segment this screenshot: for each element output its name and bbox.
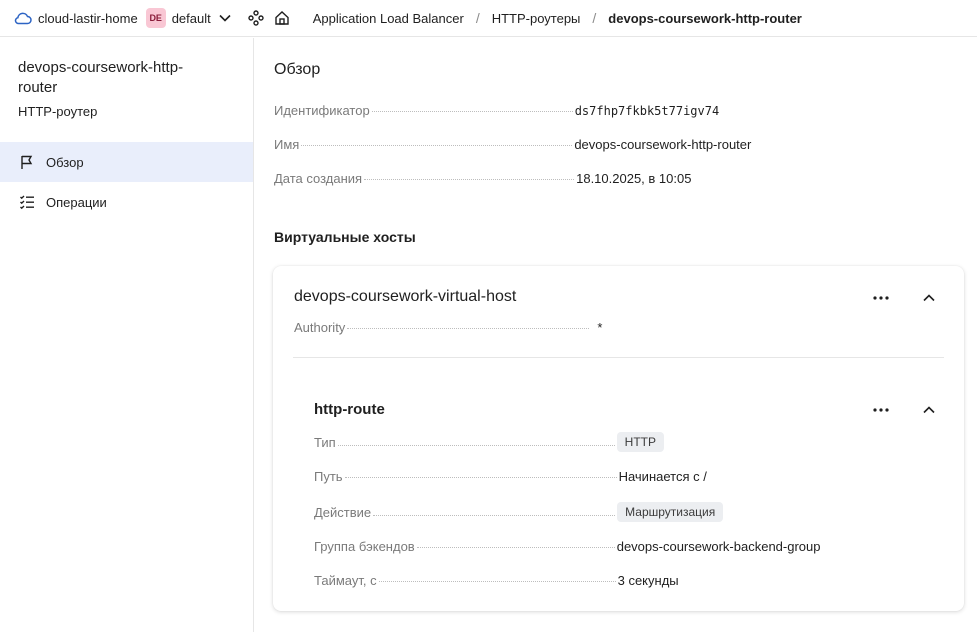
cloud-selector[interactable]: cloud-lastir-home bbox=[38, 11, 138, 26]
field-label: Путь bbox=[314, 469, 343, 484]
section-title-overview: Обзор bbox=[274, 61, 321, 78]
field-value: 3 секунды bbox=[617, 573, 679, 588]
field-created: Дата создания 18.10.2025, в 10:05 bbox=[274, 171, 691, 186]
resource-title: devops-coursework-http-router bbox=[18, 59, 184, 96]
field-timeout: Таймаут, с 3 секунды bbox=[314, 573, 679, 588]
leader-dots bbox=[373, 514, 616, 516]
sidebar-item-operations[interactable]: Операции bbox=[0, 182, 253, 222]
sidebar-item-label: Обзор bbox=[46, 154, 84, 170]
field-label: Идентификатор bbox=[274, 103, 370, 118]
field-value: 18.10.2025, в 10:05 bbox=[576, 171, 692, 186]
sidebar-item-label: Операции bbox=[46, 194, 107, 210]
field-label: Таймаут, с bbox=[314, 573, 377, 588]
chevron-up-icon[interactable] bbox=[918, 287, 940, 309]
field-value: devops-coursework-http-router bbox=[574, 137, 752, 152]
folder-selector[interactable]: default bbox=[172, 11, 211, 26]
leader-dots bbox=[337, 444, 615, 446]
field-route-action: Действие Маршрутизация bbox=[314, 502, 724, 522]
breadcrumb-current: devops-coursework-http-router bbox=[608, 10, 802, 26]
leader-dots bbox=[416, 547, 615, 548]
field-label: Имя bbox=[274, 137, 300, 152]
field-authority: Authority * bbox=[294, 320, 602, 335]
more-icon[interactable] bbox=[870, 399, 892, 421]
resource-type: HTTP-роутер bbox=[18, 104, 98, 119]
field-label: Группа бэкендов bbox=[314, 539, 415, 554]
leader-dots bbox=[364, 179, 575, 180]
route-name: http-route bbox=[314, 401, 385, 418]
field-route-path: Путь Начинается с / bbox=[314, 469, 707, 484]
field-label: Действие bbox=[314, 504, 372, 520]
virtual-host-card: devops-coursework-virtual-host Authority… bbox=[273, 266, 964, 611]
leader-dots bbox=[371, 111, 573, 112]
route-type-tag: HTTP bbox=[616, 432, 665, 452]
field-id: Идентификатор ds7fhp7fkbk5t77igv74 bbox=[274, 103, 719, 118]
sidebar: devops-coursework-http-router HTTP-роуте… bbox=[0, 38, 254, 632]
main-content: Обзор Идентификатор ds7fhp7fkbk5t77igv74… bbox=[255, 38, 977, 632]
home-icon[interactable] bbox=[273, 9, 291, 27]
field-value: * bbox=[597, 320, 603, 335]
top-bar: cloud-lastir-home DE default Application… bbox=[0, 0, 977, 37]
divider bbox=[293, 357, 944, 358]
services-icon[interactable] bbox=[247, 9, 265, 27]
breadcrumb: Application Load Balancer / HTTP-роутеры… bbox=[313, 10, 802, 26]
leader-dots bbox=[347, 328, 590, 329]
field-value: ds7fhp7fkbk5t77igv74 bbox=[574, 104, 720, 118]
field-value: Начинается с / bbox=[618, 469, 707, 484]
breadcrumb-http-routers[interactable]: HTTP-роутеры bbox=[492, 11, 581, 26]
backend-group-link[interactable]: devops-coursework-backend-group bbox=[617, 539, 821, 554]
field-route-type: Тип HTTP bbox=[314, 432, 665, 452]
chevron-down-icon[interactable] bbox=[217, 10, 233, 26]
field-label: Authority bbox=[294, 320, 346, 335]
cloud-icon bbox=[14, 9, 32, 27]
leader-dots bbox=[344, 477, 617, 478]
breadcrumb-separator: / bbox=[475, 10, 480, 26]
field-backend-group: Группа бэкендов devops-coursework-backen… bbox=[314, 539, 821, 554]
breadcrumb-separator: / bbox=[592, 10, 597, 26]
more-icon[interactable] bbox=[870, 287, 892, 309]
list-check-icon bbox=[18, 193, 36, 211]
virtual-host-name: devops-coursework-virtual-host bbox=[294, 288, 517, 305]
leader-dots bbox=[301, 145, 573, 146]
section-title-virtual-hosts: Виртуальные хосты bbox=[274, 229, 416, 245]
sidebar-item-overview[interactable]: Обзор bbox=[0, 142, 253, 182]
breadcrumb-alb[interactable]: Application Load Balancer bbox=[313, 11, 464, 26]
field-name: Имя devops-coursework-http-router bbox=[274, 137, 751, 152]
field-label: Тип bbox=[314, 434, 336, 450]
leader-dots bbox=[378, 581, 616, 582]
folder-badge: DE bbox=[145, 8, 166, 28]
field-label: Дата создания bbox=[274, 171, 363, 186]
flag-icon bbox=[18, 153, 36, 171]
chevron-up-icon[interactable] bbox=[918, 399, 940, 421]
route-action-tag: Маршрутизация bbox=[617, 502, 724, 522]
